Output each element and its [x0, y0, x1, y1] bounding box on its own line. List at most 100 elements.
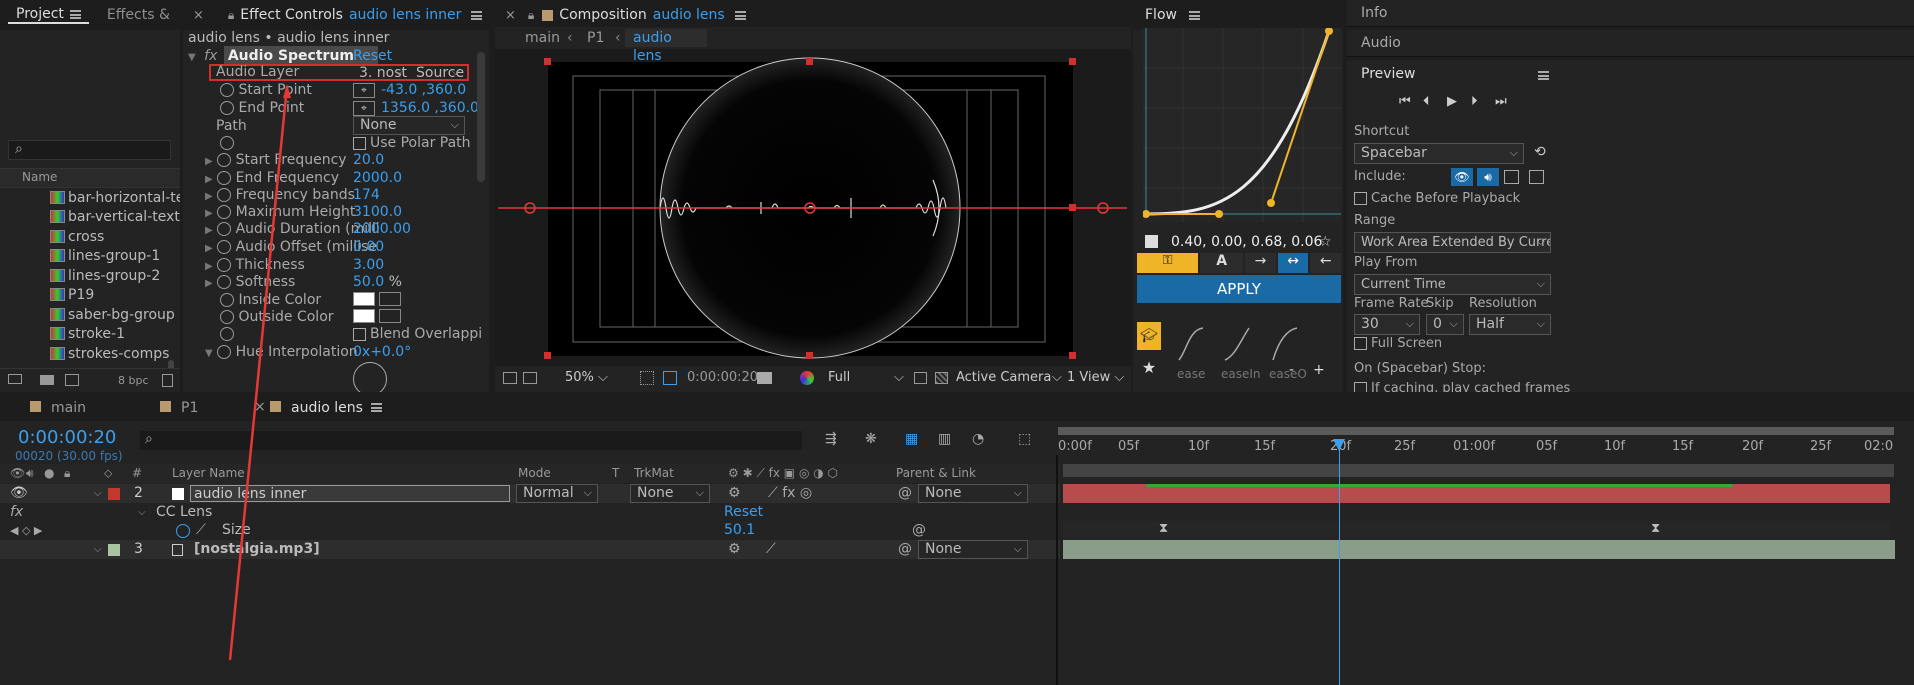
tab-audio-lens[interactable]: audio lens [270, 400, 382, 416]
mode-select[interactable]: Normal [516, 484, 598, 503]
stopwatch-icon[interactable] [220, 101, 234, 115]
layer-row[interactable]: ⌵ 3 [nostalgia.mp3] ⚙ ⟋ @ None [0, 540, 1060, 559]
cache-before-playback[interactable]: Cache Before Playback [1354, 189, 1520, 209]
star-icon[interactable]: ☆ [1319, 232, 1332, 252]
shortcut-select[interactable]: Spacebar [1354, 143, 1524, 164]
transparency-icon[interactable] [935, 372, 948, 384]
checkbox[interactable] [353, 136, 366, 150]
full-screen[interactable]: Full Screen [1354, 334, 1442, 354]
interpret-icon[interactable] [8, 374, 22, 384]
region-icon[interactable] [914, 372, 927, 384]
list-item[interactable]: bar-vertical-text [50, 207, 180, 227]
hue-interp-value[interactable]: 0x+0.0° [353, 342, 411, 362]
tab-effect-controls[interactable]: Effect Controls audio lens inner [234, 7, 489, 23]
tool-icon[interactable]: ▥ [938, 431, 951, 447]
minus-button[interactable]: - [1289, 362, 1294, 378]
checkbox[interactable] [1354, 382, 1367, 392]
menu-icon[interactable] [69, 9, 81, 19]
stopwatch-icon[interactable] [217, 188, 232, 202]
layer-controls-icon[interactable] [1529, 170, 1544, 184]
stopwatch-icon[interactable] [217, 258, 232, 272]
stopwatch-icon[interactable] [217, 275, 232, 289]
breadcrumb-main[interactable]: main [525, 27, 560, 49]
stopwatch-icon[interactable] [220, 136, 234, 150]
curve-values[interactable]: 0.40, 0.00, 0.68, 0.06 [1171, 232, 1322, 252]
pickwhip-icon[interactable]: @ [912, 521, 926, 540]
eye-icon[interactable]: 👁︎ [10, 464, 25, 483]
switch-icon[interactable]: ⚙ [728, 540, 741, 559]
chevron-down-icon[interactable]: ⌵ [94, 484, 102, 503]
apply-button[interactable]: APPLY [1137, 275, 1341, 303]
timecode-display[interactable]: 0:00:00:20 [687, 366, 758, 390]
label-swatch[interactable] [108, 488, 120, 500]
chevron-down-icon[interactable]: ▼ [205, 348, 213, 359]
checkbox[interactable] [1354, 337, 1367, 350]
stopwatch-icon[interactable] [217, 153, 232, 167]
camera-icon[interactable] [757, 372, 772, 384]
first-frame-icon[interactable]: ⏮︎ [1399, 94, 1411, 109]
mask-icon[interactable] [663, 371, 677, 385]
tool-icon[interactable]: ⇶ [825, 431, 837, 447]
end-point-value[interactable]: 1356.0 ,360.0 [381, 98, 479, 118]
tool-icon[interactable]: ❋ [865, 431, 877, 447]
preset-ease[interactable]: ease [1177, 367, 1205, 381]
comp-viewer[interactable] [495, 52, 1131, 364]
softness-value[interactable]: 50.0 % [353, 272, 402, 292]
chevron-right-icon[interactable]: ▶ [205, 225, 213, 236]
size-value[interactable]: 50.1 [724, 521, 755, 540]
chevron-right-icon[interactable]: ▶ [205, 278, 213, 289]
chevron-right-icon[interactable]: ▶ [205, 174, 213, 185]
list-item[interactable]: lines-group-1 [50, 246, 160, 266]
preset-easeout[interactable]: easeO [1269, 367, 1307, 381]
eyedropper-icon[interactable] [379, 309, 401, 323]
text-icon[interactable]: A [1200, 253, 1244, 273]
arrow-right-icon[interactable]: → [1245, 253, 1276, 273]
key-icon[interactable]: ⚿ [1137, 253, 1199, 273]
range-select[interactable]: Work Area Extended By Current... [1354, 232, 1551, 253]
fx-switch-icon[interactable]: ⟋ fx ◎ [768, 484, 812, 503]
audio-toggle-icon[interactable]: 🔊︎ [1477, 168, 1499, 186]
play-icon[interactable]: ▶ [1447, 94, 1457, 109]
panel-divider[interactable] [1056, 455, 1058, 685]
timeline-search[interactable]: ⌕ [140, 431, 802, 450]
chevron-right-icon[interactable]: ▶ [205, 208, 213, 219]
preset-curves[interactable] [1173, 320, 1343, 366]
project-search[interactable]: ⌕ [8, 140, 171, 160]
list-item[interactable]: lines-group-2 [50, 266, 160, 286]
menu-icon[interactable] [471, 10, 483, 20]
info-tab[interactable]: Info [1347, 0, 1914, 27]
overlay-toggle-icon[interactable] [1504, 170, 1519, 184]
audio-icon[interactable]: 🔊︎ [26, 464, 34, 483]
column-name[interactable]: Name [22, 170, 57, 184]
grid-icon[interactable] [640, 371, 654, 385]
list-item[interactable]: strokes-comps [50, 344, 169, 364]
resolution-select[interactable]: Full ⌵ [828, 366, 904, 390]
tool-icon[interactable]: ◔ [972, 431, 984, 447]
audio-tab[interactable]: Audio [1347, 30, 1914, 57]
stopwatch-icon[interactable] [217, 171, 232, 185]
audio-layer-select[interactable]: 3. nost [353, 65, 408, 81]
list-item[interactable]: bar-horizontal-te [50, 188, 180, 208]
checkbox[interactable] [1354, 192, 1367, 205]
stopwatch-icon[interactable] [217, 345, 232, 359]
stopwatch-icon[interactable] [217, 205, 232, 219]
bpc-label[interactable]: 8 bpc [118, 374, 149, 387]
next-frame-icon[interactable]: ⏵︎ [1471, 94, 1478, 109]
chevron-down-icon[interactable]: ⌵ [94, 540, 102, 559]
prev-frame-icon[interactable]: ⏴︎ [1423, 94, 1430, 109]
flow-curve-editor[interactable] [1143, 28, 1341, 222]
list-item[interactable]: P19 [50, 285, 94, 305]
new-comp-icon[interactable] [65, 374, 79, 386]
tab-project[interactable]: Project [8, 6, 89, 24]
audio-source-select[interactable]: Source [410, 65, 465, 81]
chevron-down-icon[interactable]: ▼ [188, 52, 196, 63]
layer-row[interactable]: 👁︎ ⌵ 2 audio lens inner Normal None ⚙ ⟋ … [0, 484, 1060, 503]
switch-icon[interactable]: ⚙ [728, 484, 741, 503]
stopwatch-icon[interactable] [217, 240, 232, 254]
playhead[interactable] [1333, 439, 1345, 685]
layer3-bar[interactable] [1063, 540, 1895, 559]
play-from-select[interactable]: Current Time [1354, 274, 1551, 295]
start-point-value[interactable]: -43.0 ,360.0 [381, 80, 466, 100]
time-ruler[interactable]: 0:00f 05f 10f 15f 20f 25f 01:00f 05f 10f… [1058, 423, 1898, 463]
snapshot-icon[interactable] [503, 372, 517, 384]
